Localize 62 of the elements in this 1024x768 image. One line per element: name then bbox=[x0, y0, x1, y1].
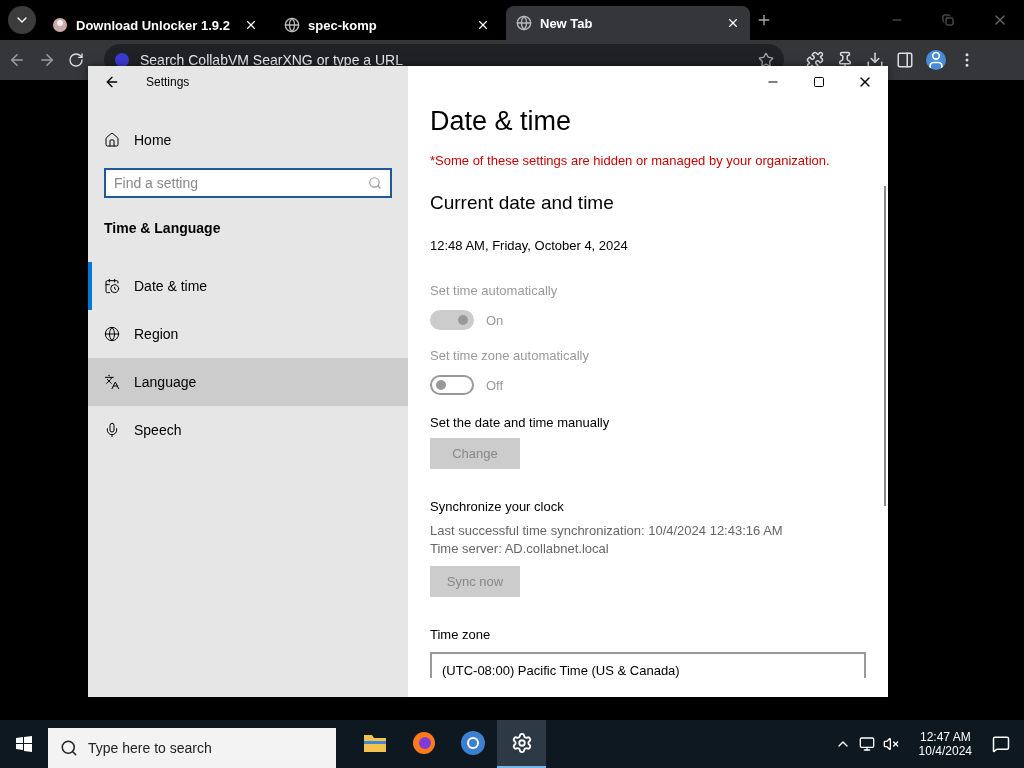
side-panel-icon[interactable] bbox=[896, 51, 914, 69]
browser-tab[interactable]: Download Unlocker 1.9.2 bbox=[42, 10, 268, 40]
warning-text: *Some of these settings are hidden or managed by your organization. bbox=[430, 153, 831, 168]
home-link[interactable]: Home bbox=[88, 120, 408, 160]
search-icon bbox=[368, 176, 382, 190]
notifications-icon[interactable] bbox=[992, 735, 1010, 753]
tab-list-icon[interactable] bbox=[8, 6, 36, 34]
toggle-state: Off bbox=[486, 377, 504, 393]
timezone-dropdown[interactable]: (UTC-08:00) Pacific Time (US & Canada) bbox=[430, 652, 866, 678]
download-icon[interactable] bbox=[866, 51, 884, 69]
current-date-time: 12:48 AM, Friday, October 4, 2024 bbox=[430, 238, 629, 253]
microphone-icon bbox=[104, 422, 120, 438]
window-title: Settings bbox=[146, 75, 190, 89]
folder-icon bbox=[362, 733, 387, 753]
browser-tab[interactable]: New Tab bbox=[506, 6, 750, 40]
section-label: Synchronize your clock bbox=[430, 499, 565, 514]
maximize-icon[interactable] bbox=[813, 76, 825, 88]
profile-icon[interactable] bbox=[926, 50, 946, 70]
forward-icon[interactable] bbox=[38, 51, 56, 69]
close-icon[interactable] bbox=[726, 16, 740, 30]
back-icon[interactable] bbox=[104, 74, 120, 90]
search-icon bbox=[60, 739, 78, 757]
search-engine-icon bbox=[114, 52, 130, 68]
new-tab-icon[interactable] bbox=[756, 12, 772, 28]
windows-icon bbox=[16, 736, 32, 752]
nav-item[interactable]: Language bbox=[88, 358, 408, 406]
language-icon bbox=[104, 374, 120, 390]
globe-icon bbox=[104, 326, 120, 342]
toggle-label: Set time zone automatically bbox=[430, 348, 590, 363]
home-icon bbox=[104, 132, 120, 148]
clock[interactable]: 12:47 AM 10/4/2024 bbox=[918, 730, 972, 758]
setting-label: Time zone bbox=[430, 627, 492, 642]
toggle-label: Set time automatically bbox=[430, 283, 559, 298]
close-icon[interactable] bbox=[476, 18, 490, 32]
close-icon[interactable] bbox=[244, 18, 258, 32]
section-title: Time & Language bbox=[103, 220, 222, 236]
browser-icon bbox=[459, 730, 486, 756]
firefox-icon bbox=[411, 731, 436, 755]
calendar-clock-icon bbox=[104, 278, 120, 294]
reload-icon[interactable] bbox=[68, 52, 84, 68]
taskbar-search[interactable]: Type here to search bbox=[48, 728, 336, 768]
sync-info: Time server: AD.collabnet.local bbox=[430, 540, 610, 558]
toggle-state: On bbox=[486, 312, 504, 328]
setting-label: Set the date and time manually bbox=[430, 415, 611, 430]
globe-icon bbox=[284, 17, 300, 33]
browser-tab[interactable]: spec-komp bbox=[274, 10, 500, 40]
network-icon[interactable] bbox=[858, 736, 875, 752]
sync-info: Last successful time synchronization: 10/4/2024 12:43:16 AM bbox=[430, 522, 784, 540]
bookmark-star-icon[interactable] bbox=[758, 52, 774, 68]
taskbar-app[interactable] bbox=[497, 720, 546, 768]
page-heading: Date & time bbox=[430, 106, 573, 137]
extensions-icon[interactable] bbox=[806, 51, 824, 69]
settings-icon bbox=[510, 732, 533, 754]
nav-item[interactable]: Speech bbox=[88, 406, 408, 454]
nav-item[interactable]: Region bbox=[88, 310, 408, 358]
scrollbar[interactable] bbox=[884, 186, 886, 506]
section-heading: Current date and time bbox=[430, 192, 615, 214]
muted-speaker-icon[interactable] bbox=[882, 736, 899, 752]
globe-icon bbox=[516, 15, 532, 31]
search-field[interactable]: Find a setting bbox=[104, 168, 392, 198]
avatar-icon bbox=[52, 17, 68, 33]
pin-icon[interactable] bbox=[836, 51, 854, 69]
